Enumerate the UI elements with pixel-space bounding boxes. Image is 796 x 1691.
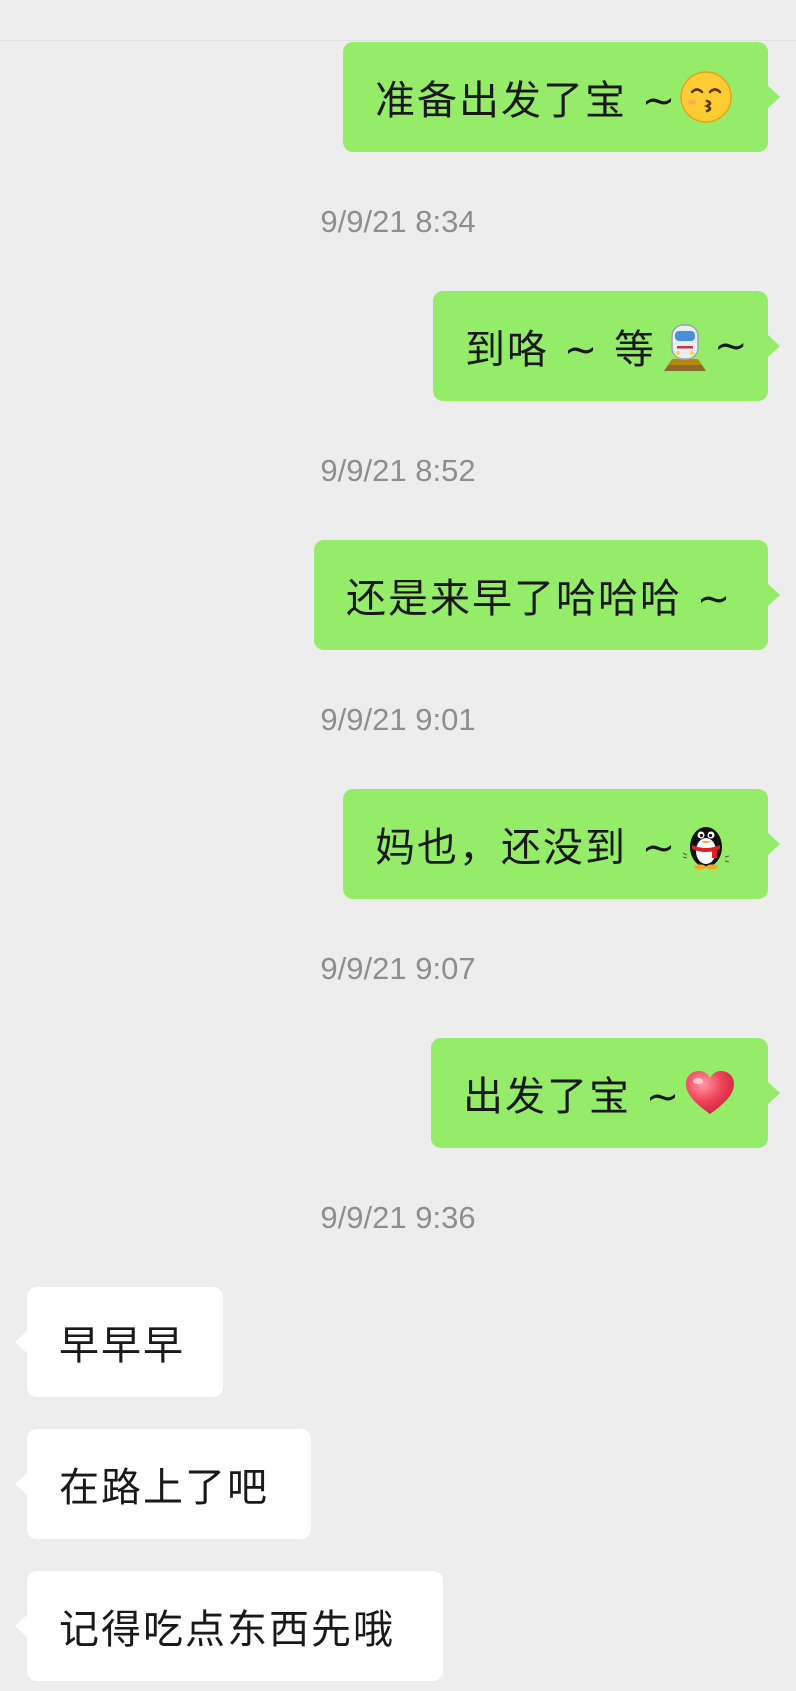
- message-bubble-outgoing[interactable]: 妈也，还没到 ~: [343, 789, 780, 899]
- message-text: 妈也，还没到 ~: [375, 825, 678, 871]
- message-bubble-incoming[interactable]: 在路上了吧: [15, 1429, 311, 1539]
- message-bubble-outgoing[interactable]: 出发了宝 ~: [431, 1038, 780, 1148]
- message-text: 早早早: [59, 1323, 185, 1369]
- penguin-icon: [679, 817, 733, 871]
- top-bar-edge: [0, 0, 796, 41]
- message-bubble-outgoing[interactable]: 还是来早了哈哈哈 ~: [314, 540, 780, 650]
- message-timestamp: 9/9/21 9:07: [320, 951, 476, 986]
- message-text: 还是来早了哈哈哈 ~: [346, 576, 733, 622]
- heart-icon: [683, 1066, 737, 1120]
- message-text: 准备出发了宝 ~: [375, 78, 678, 124]
- message-bubble-incoming[interactable]: 早早早: [15, 1287, 223, 1397]
- message-timestamp: 9/9/21 9:01: [320, 702, 476, 737]
- train-icon: [658, 319, 712, 373]
- kissing-face-icon: [679, 70, 733, 124]
- message-text: 记得吃点东西先哦: [59, 1607, 395, 1653]
- message-timestamp: 9/9/21 8:52: [320, 453, 476, 488]
- message-timestamp: 9/9/21 9:36: [320, 1200, 476, 1235]
- message-bubble-outgoing[interactable]: 到咯 ~ 等 ~: [433, 291, 780, 401]
- message-text: 在路上了吧: [59, 1465, 269, 1511]
- message-text: 出发了宝 ~: [463, 1074, 682, 1120]
- message-bubble-outgoing[interactable]: 准备出发了宝 ~: [343, 42, 780, 152]
- message-bubble-incoming[interactable]: 记得吃点东西先哦: [15, 1571, 443, 1681]
- message-timestamp: 9/9/21 8:34: [320, 204, 476, 239]
- message-text-tail: ~: [713, 323, 750, 369]
- message-text: 到咯 ~ 等: [465, 327, 656, 373]
